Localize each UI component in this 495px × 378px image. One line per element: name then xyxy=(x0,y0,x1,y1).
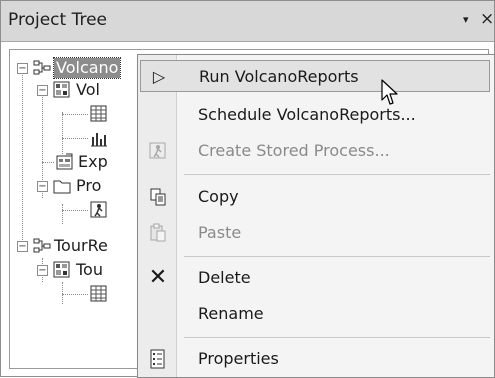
collapse-icon[interactable]: − xyxy=(37,265,48,276)
menu-item-label: Properties xyxy=(198,349,279,368)
menu-item-run[interactable]: ▷ Run VolcanoReports xyxy=(140,60,490,92)
collapse-icon[interactable]: − xyxy=(37,181,48,192)
menu-item-label: Delete xyxy=(198,268,251,287)
tree-node[interactable]: − Volcano xyxy=(14,56,154,80)
folder-icon xyxy=(53,180,71,194)
tree-node[interactable] xyxy=(54,102,134,126)
tree-node-label: Exp xyxy=(78,152,108,171)
tree-node[interactable] xyxy=(54,282,134,306)
panel-title: Project Tree xyxy=(8,10,107,30)
menu-separator xyxy=(184,256,490,257)
stored-process-icon xyxy=(149,142,166,159)
panel-titlebar: Project Tree ▾ × xyxy=(1,1,494,42)
tree-connector xyxy=(62,138,88,139)
menu-item-delete[interactable]: ✕ Delete xyxy=(140,262,490,294)
menu-item-label: Create Stored Process... xyxy=(198,141,390,160)
tree-node-label: Pro xyxy=(76,176,102,195)
tree-connector xyxy=(62,210,88,211)
dropdown-icon[interactable]: ▾ xyxy=(463,13,469,26)
menu-item-label: Paste xyxy=(198,223,242,242)
process-flow-icon xyxy=(33,238,51,253)
tree-node-label: Volcano xyxy=(52,57,122,79)
menu-item-label: Rename xyxy=(198,304,264,323)
menu-item-paste[interactable]: Paste xyxy=(140,217,490,249)
menu-separator xyxy=(184,174,490,175)
tree-node[interactable] xyxy=(54,198,134,222)
menu-separator xyxy=(184,337,490,338)
task-icon xyxy=(90,201,107,218)
tree-node[interactable]: Exp xyxy=(34,150,144,174)
context-menu: ▷ Run VolcanoReports Schedule VolcanoRep… xyxy=(137,54,495,378)
collapse-icon[interactable]: − xyxy=(17,241,28,252)
process-flow-icon xyxy=(33,60,51,75)
tree-connector xyxy=(62,114,88,115)
table-icon xyxy=(90,105,107,122)
tree-node[interactable]: − Pro xyxy=(34,174,144,198)
tree-node[interactable]: − TourRe xyxy=(14,234,144,258)
collapse-icon[interactable]: − xyxy=(17,63,28,74)
tree-connector xyxy=(22,68,23,246)
chart-icon xyxy=(91,133,107,147)
menu-item-label: Run VolcanoReports xyxy=(199,67,359,86)
run-icon: ▷ xyxy=(152,67,166,86)
menu-item-schedule[interactable]: Schedule VolcanoReports... xyxy=(140,99,490,131)
tree-node-label: TourRe xyxy=(54,236,108,255)
tree-node[interactable] xyxy=(54,126,134,150)
export-icon xyxy=(56,153,73,170)
menu-item-rename[interactable]: Rename xyxy=(140,298,490,330)
collapse-icon[interactable]: − xyxy=(37,85,48,96)
tree-node[interactable]: − Vol xyxy=(34,78,144,102)
menu-item-label: Copy xyxy=(198,187,239,206)
program-icon xyxy=(53,261,70,278)
menu-item-properties[interactable]: Properties xyxy=(140,343,490,375)
menu-item-copy[interactable]: Copy xyxy=(140,181,490,213)
delete-icon: ✕ xyxy=(148,265,168,290)
program-icon xyxy=(53,81,70,98)
tree-node[interactable]: − Tou xyxy=(34,258,144,282)
menu-item-create-stored-process[interactable]: Create Stored Process... xyxy=(140,135,490,167)
tree-connector xyxy=(62,294,88,295)
copy-icon xyxy=(150,188,166,206)
tree-node-label: Tou xyxy=(76,260,103,279)
tree-connector xyxy=(42,162,54,163)
tree-node-label: Vol xyxy=(76,80,100,99)
table-icon xyxy=(90,285,107,302)
properties-icon xyxy=(150,349,165,369)
close-icon[interactable]: × xyxy=(480,9,494,29)
mouse-cursor-icon xyxy=(381,79,398,105)
paste-icon xyxy=(150,223,166,242)
